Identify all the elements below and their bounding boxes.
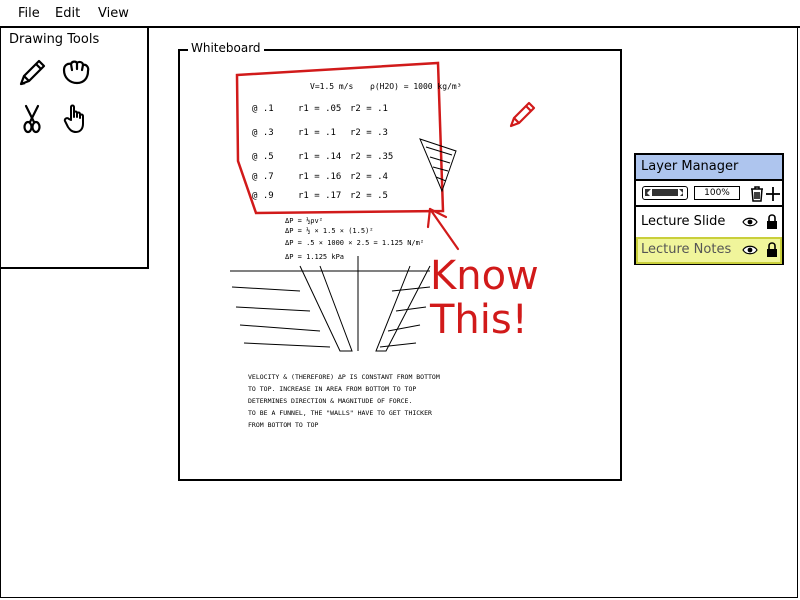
layer-name: Lecture Notes bbox=[641, 242, 732, 257]
table-header-density: ρ(H2O) = 1000 kg/m³ bbox=[370, 82, 462, 91]
svg-text:ΔP = .5 × 1000 × 2.5 = 1.125 N: ΔP = .5 × 1000 × 2.5 = 1.125 N/m² bbox=[285, 239, 424, 247]
table-header-velocity: V=1.5 m/s bbox=[310, 82, 354, 91]
row-r1: r1 = .16 bbox=[298, 172, 341, 182]
svg-text:TO TOP. INCREASE IN AREA FROM: TO TOP. INCREASE IN AREA FROM BOTTOM TO … bbox=[248, 385, 416, 393]
row-r2: r2 = .4 bbox=[350, 172, 388, 182]
notes-paragraph: VELOCITY & (THEREFORE) ΔP IS CONSTANT FR… bbox=[248, 373, 440, 429]
opacity-slider[interactable] bbox=[642, 186, 688, 200]
drawing-tools-panel: Drawing Tools bbox=[0, 28, 149, 269]
row-r1: r1 = .17 bbox=[298, 191, 341, 201]
svg-text:DETERMINES DIRECTION & MAGNITU: DETERMINES DIRECTION & MAGNITUDE OF FORC… bbox=[248, 397, 412, 405]
svg-text:VELOCITY & (THEREFORE) ΔP IS C: VELOCITY & (THEREFORE) ΔP IS CONSTANT FR… bbox=[248, 373, 440, 381]
layer-toolbar: 100% bbox=[636, 181, 782, 207]
row-y: @ .3 bbox=[252, 128, 274, 138]
drawing-tools-title: Drawing Tools bbox=[9, 32, 100, 47]
red-pencil-icon[interactable] bbox=[505, 98, 539, 132]
row-r2: r2 = .1 bbox=[350, 104, 388, 114]
row-y: @ .7 bbox=[252, 172, 274, 182]
red-arrow bbox=[426, 207, 460, 251]
values-table: @ .1 r1 = .05 r2 = .1 @ .3 r1 = .1 r2 = … bbox=[252, 104, 393, 201]
funnel-diagram bbox=[230, 256, 431, 352]
row-y: @ .9 bbox=[252, 191, 274, 201]
scissors-icon[interactable] bbox=[15, 102, 49, 136]
visibility-eye-icon[interactable] bbox=[742, 244, 758, 256]
lock-icon[interactable] bbox=[766, 213, 778, 230]
layer-manager-panel: Layer Manager 100% Lecture Slide Lecture… bbox=[634, 153, 784, 265]
zoom-input[interactable]: 100% bbox=[694, 186, 740, 200]
pencil-icon[interactable] bbox=[15, 56, 49, 90]
add-layer-icon[interactable] bbox=[764, 185, 782, 203]
row-r1: r1 = .14 bbox=[298, 152, 341, 162]
whiteboard-title: Whiteboard bbox=[188, 41, 264, 55]
arrow-right-icon[interactable] bbox=[678, 188, 683, 198]
menu-edit[interactable]: Edit bbox=[55, 6, 80, 21]
annotation-this: This! bbox=[429, 297, 528, 343]
annotation-know: Know bbox=[430, 253, 539, 299]
row-r1: r1 = .05 bbox=[298, 104, 341, 114]
layer-name: Lecture Slide bbox=[641, 214, 726, 229]
layer-row-lecture-slide[interactable]: Lecture Slide bbox=[636, 209, 782, 236]
whiteboard-canvas[interactable]: V=1.5 m/s ρ(H2O) = 1000 kg/m³ @ .1 r1 = … bbox=[178, 49, 622, 481]
visibility-eye-icon[interactable] bbox=[742, 216, 758, 228]
layer-row-lecture-notes[interactable]: Lecture Notes bbox=[636, 237, 782, 264]
svg-text:ΔP = ½ × 1.5 × (1.5)²: ΔP = ½ × 1.5 × (1.5)² bbox=[285, 227, 374, 235]
row-r2: r2 = .35 bbox=[350, 152, 393, 162]
hand-grab-icon[interactable] bbox=[59, 56, 93, 90]
row-r2: r2 = .3 bbox=[350, 128, 388, 138]
svg-text:TO BE A FUNNEL, THE "WALLS" HA: TO BE A FUNNEL, THE "WALLS" HAVE TO GET … bbox=[248, 409, 432, 417]
svg-text:ΔP = 1.125 kPa: ΔP = 1.125 kPa bbox=[285, 253, 344, 261]
funnel-mini-sketch bbox=[419, 138, 457, 193]
hand-pointer-icon[interactable] bbox=[59, 102, 93, 136]
calculation-lines: ΔP = ½ρv² ΔP = ½ × 1.5 × (1.5)² ΔP = .5 … bbox=[285, 217, 424, 261]
menu-file[interactable]: File bbox=[18, 6, 40, 21]
row-y: @ .5 bbox=[252, 152, 274, 162]
whiteboard-drawing: V=1.5 m/s ρ(H2O) = 1000 kg/m³ @ .1 r1 = … bbox=[230, 61, 539, 429]
row-r1: r1 = .1 bbox=[298, 128, 336, 138]
row-y: @ .1 bbox=[252, 104, 274, 114]
menu-bar: File Edit View bbox=[0, 0, 800, 28]
svg-text:FROM BOTTOM TO TOP: FROM BOTTOM TO TOP bbox=[248, 421, 319, 429]
arrow-left-icon[interactable] bbox=[647, 188, 652, 198]
svg-text:ΔP = ½ρv²: ΔP = ½ρv² bbox=[285, 217, 323, 225]
lock-icon[interactable] bbox=[766, 241, 778, 258]
menu-view[interactable]: View bbox=[98, 6, 129, 21]
layer-manager-title: Layer Manager bbox=[636, 155, 782, 181]
row-r2: r2 = .5 bbox=[350, 191, 388, 201]
